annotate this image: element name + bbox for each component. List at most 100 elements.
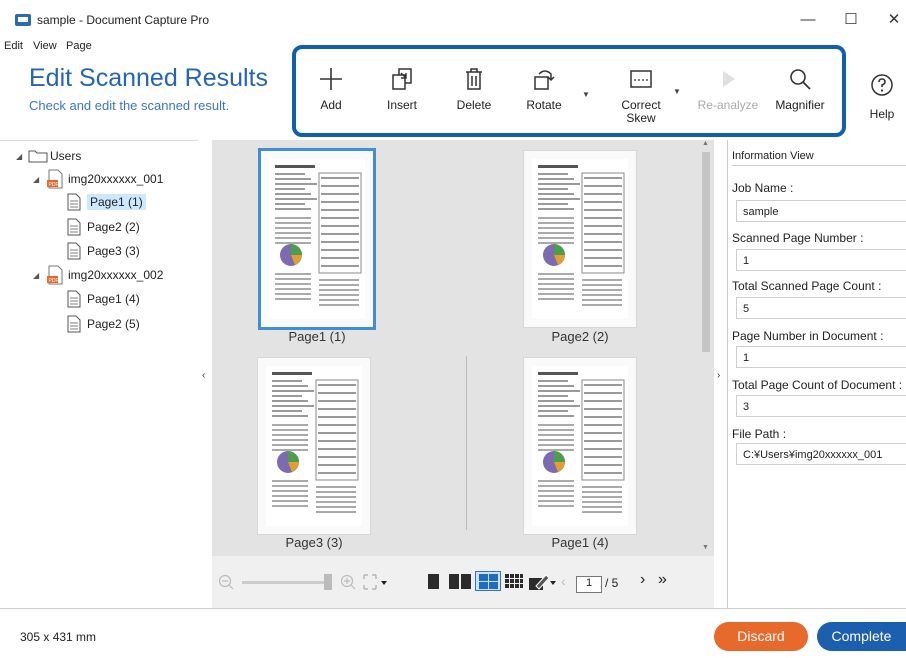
zoom-slider-handle[interactable]: [324, 574, 332, 590]
thumbnail-label: Page1 (4): [551, 535, 609, 550]
tree-page-1-3[interactable]: Page3 (3): [66, 242, 140, 260]
maximize-button[interactable]: ☐: [831, 8, 871, 32]
svg-text:PDF: PDF: [49, 278, 59, 284]
menu-page[interactable]: Page: [66, 40, 92, 52]
scanned-page-number-label: Scanned Page Number :: [732, 231, 864, 245]
total-scanned-field[interactable]: 5: [736, 297, 906, 319]
scanned-page-number-field[interactable]: 1: [736, 249, 906, 271]
tree-doc-1[interactable]: ◢ PDF img20xxxxxx_001: [33, 169, 163, 189]
file-path-field[interactable]: C:¥Users¥img20xxxxxx_001: [736, 443, 906, 465]
right-splitter[interactable]: ›: [714, 140, 726, 608]
fit-icon[interactable]: [362, 573, 388, 591]
thumbnail-page[interactable]: [524, 358, 636, 534]
file-path-label: File Path :: [732, 427, 787, 441]
total-doc-pages-field[interactable]: 3: [736, 395, 906, 417]
page-in-document-label: Page Number in Document :: [732, 329, 884, 343]
scroll-thumb[interactable]: [702, 152, 710, 352]
svg-text:PDF: PDF: [49, 182, 59, 188]
menu-view[interactable]: View: [33, 40, 57, 52]
tree-page-1-2[interactable]: Page2 (2): [66, 218, 140, 236]
add-button[interactable]: Add: [296, 59, 366, 112]
menu-edit[interactable]: Edit: [4, 40, 23, 52]
left-splitter[interactable]: ‹: [199, 140, 211, 608]
last-page-icon[interactable]: »: [658, 571, 667, 589]
insert-button[interactable]: Insert: [367, 59, 437, 112]
correct-skew-button[interactable]: Correct Skew: [606, 59, 676, 125]
page-icon: [67, 218, 81, 236]
plus-icon: [320, 68, 342, 90]
page-icon: [67, 290, 81, 308]
trash-icon: [466, 68, 482, 90]
collapse-right-icon[interactable]: ›: [717, 370, 720, 381]
next-page-icon[interactable]: ›: [640, 571, 645, 589]
job-name-label: Job Name :: [732, 181, 794, 195]
tree-page-2-1[interactable]: Page1 (4): [66, 290, 140, 308]
collapse-icon[interactable]: ◢: [33, 175, 45, 184]
scroll-down-icon[interactable]: ▼: [702, 544, 709, 551]
reanalyze-button[interactable]: Re-analyze: [693, 59, 763, 112]
help-button[interactable]: Help: [860, 71, 904, 121]
zoom-slider[interactable]: [242, 581, 330, 584]
two-page-view-icon[interactable]: [449, 574, 471, 589]
job-name-field[interactable]: sample: [736, 200, 906, 222]
collapse-icon[interactable]: ◢: [33, 271, 45, 280]
page-preview-image: [269, 159, 365, 319]
insert-page-icon: [392, 68, 412, 90]
tree-page-1-1[interactable]: Page1 (1): [66, 193, 146, 211]
thumbnail-page[interactable]: [261, 151, 373, 327]
minimize-button[interactable]: —: [788, 8, 828, 32]
page-preview-image: [532, 366, 628, 526]
thumbnail-scrollbar[interactable]: ▲ ▼: [700, 140, 712, 556]
thumbnail-page[interactable]: [524, 151, 636, 327]
play-icon: [723, 71, 735, 87]
page-in-document-field[interactable]: 1: [736, 346, 906, 368]
app-icon: [15, 14, 31, 26]
page-preview-image: [532, 159, 628, 319]
tree-doc-2[interactable]: ◢ PDF img20xxxxxx_002: [33, 265, 163, 285]
thumbnail-page[interactable]: [258, 358, 370, 534]
footer: 305 x 431 mm Discard Complete: [0, 608, 906, 658]
thumbnail-label: Page1 (1): [288, 329, 346, 344]
page-total: / 5: [605, 576, 619, 590]
magnifier-button[interactable]: Magnifier: [765, 59, 835, 112]
page-icon: [67, 193, 81, 211]
collapse-icon[interactable]: ◢: [16, 152, 28, 161]
delete-button[interactable]: Delete: [439, 59, 509, 112]
info-heading: Information View: [732, 150, 906, 166]
help-icon: [871, 74, 893, 96]
skew-icon: [630, 70, 652, 88]
information-panel: Information View Job Name : sample Scann…: [727, 140, 906, 608]
folder-icon: [28, 150, 48, 163]
tree-page-2-2[interactable]: Page2 (5): [66, 315, 140, 333]
close-button[interactable]: ✕: [874, 8, 906, 32]
list-view-icon[interactable]: [505, 574, 523, 589]
thumbnail-label: Page3 (3): [285, 535, 343, 550]
single-page-view-icon[interactable]: [428, 574, 439, 589]
total-scanned-label: Total Scanned Page Count :: [732, 279, 882, 293]
zoom-out-icon[interactable]: [218, 574, 234, 590]
rotate-dropdown-icon[interactable]: ▼: [582, 90, 590, 99]
edit-toolbar: Add Insert Delete Rotate ▼ Correct Skew …: [292, 45, 846, 137]
tree-root-users[interactable]: ◢ Users: [16, 149, 81, 163]
complete-button[interactable]: Complete: [817, 622, 906, 651]
rotate-button[interactable]: Rotate: [509, 59, 579, 112]
zoom-in-icon[interactable]: [340, 574, 356, 590]
edit-tool-icon[interactable]: [528, 572, 558, 592]
grid-view-icon[interactable]: [475, 571, 501, 591]
window-title: sample - Document Capture Pro: [37, 13, 210, 27]
pdf-file-icon: PDF: [47, 265, 63, 285]
page-dimensions: 305 x 431 mm: [20, 630, 97, 644]
page-preview-image: [266, 366, 362, 526]
page-icon: [67, 242, 81, 260]
total-doc-pages-label: Total Page Count of Document :: [732, 378, 903, 392]
page-subtitle: Check and edit the scanned result.: [29, 98, 230, 113]
skew-dropdown-icon[interactable]: ▼: [673, 87, 681, 96]
scroll-up-icon[interactable]: ▲: [702, 140, 709, 147]
view-bar: ‹ 1 / 5 › »: [212, 556, 714, 608]
collapse-left-icon[interactable]: ‹: [202, 370, 205, 381]
thumbnail-grid: Page1 (1) Page2 (2) Page3 (3) Page1 (4): [212, 140, 714, 556]
page-number-input[interactable]: 1: [576, 576, 602, 593]
page-spread-divider: [466, 356, 467, 530]
previous-page-icon[interactable]: ‹: [561, 573, 566, 589]
discard-button[interactable]: Discard: [714, 622, 808, 651]
